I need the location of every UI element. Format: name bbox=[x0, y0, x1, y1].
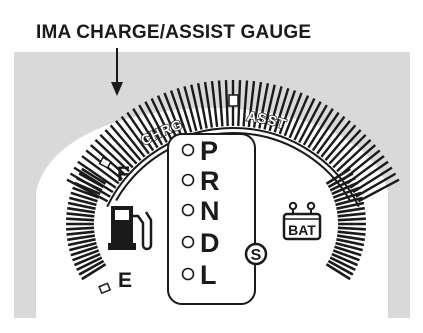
battery-label: BAT bbox=[288, 222, 316, 238]
fuel-full-marker bbox=[98, 156, 112, 169]
gear-indicator: PRNDL S bbox=[167, 133, 268, 305]
gear-indicator-lamp bbox=[181, 173, 195, 187]
sport-mode-label: S bbox=[251, 247, 262, 264]
fuel-pump-icon bbox=[108, 206, 153, 251]
gear-indicator-lamp bbox=[181, 235, 195, 249]
gauge-segment bbox=[66, 212, 95, 218]
gear-letter: L bbox=[200, 260, 217, 290]
fuel-segment-bar bbox=[66, 167, 107, 281]
gauge-segment bbox=[337, 212, 366, 218]
gear-letter: P bbox=[200, 136, 218, 166]
ima-center-marker bbox=[228, 94, 239, 107]
gauge-segment bbox=[337, 226, 366, 231]
fuel-gauge: F E bbox=[66, 156, 153, 295]
gear-indicator-lamp bbox=[181, 203, 195, 217]
gauge-segment bbox=[66, 230, 95, 236]
gauge-segment bbox=[66, 226, 95, 231]
ima-gauge-diagram: IMA CHARGE/ASSIST GAUGE CHRG ASST F E BA… bbox=[0, 0, 423, 333]
gear-letter: N bbox=[200, 196, 220, 226]
gauge-segment bbox=[104, 129, 138, 165]
instrument-cluster: CHRG ASST F E BAT PRNDL S bbox=[14, 48, 410, 318]
gear-indicator-lamp bbox=[181, 267, 195, 281]
gear-letter: R bbox=[200, 166, 220, 196]
battery-gauge: BAT bbox=[282, 167, 366, 281]
fuel-empty-label: E bbox=[118, 269, 132, 292]
fuel-full-label: F bbox=[117, 163, 130, 186]
gauge-segment bbox=[66, 217, 95, 222]
gauge-segment bbox=[337, 217, 366, 222]
gauge-segment bbox=[336, 138, 372, 173]
gear-indicator-lamp bbox=[181, 143, 195, 157]
gear-letter: D bbox=[200, 228, 220, 258]
gauge-segment bbox=[337, 230, 366, 236]
sport-mode-indicator: S bbox=[244, 242, 268, 266]
fuel-empty-marker bbox=[98, 282, 112, 295]
gauge-segment bbox=[109, 124, 142, 161]
